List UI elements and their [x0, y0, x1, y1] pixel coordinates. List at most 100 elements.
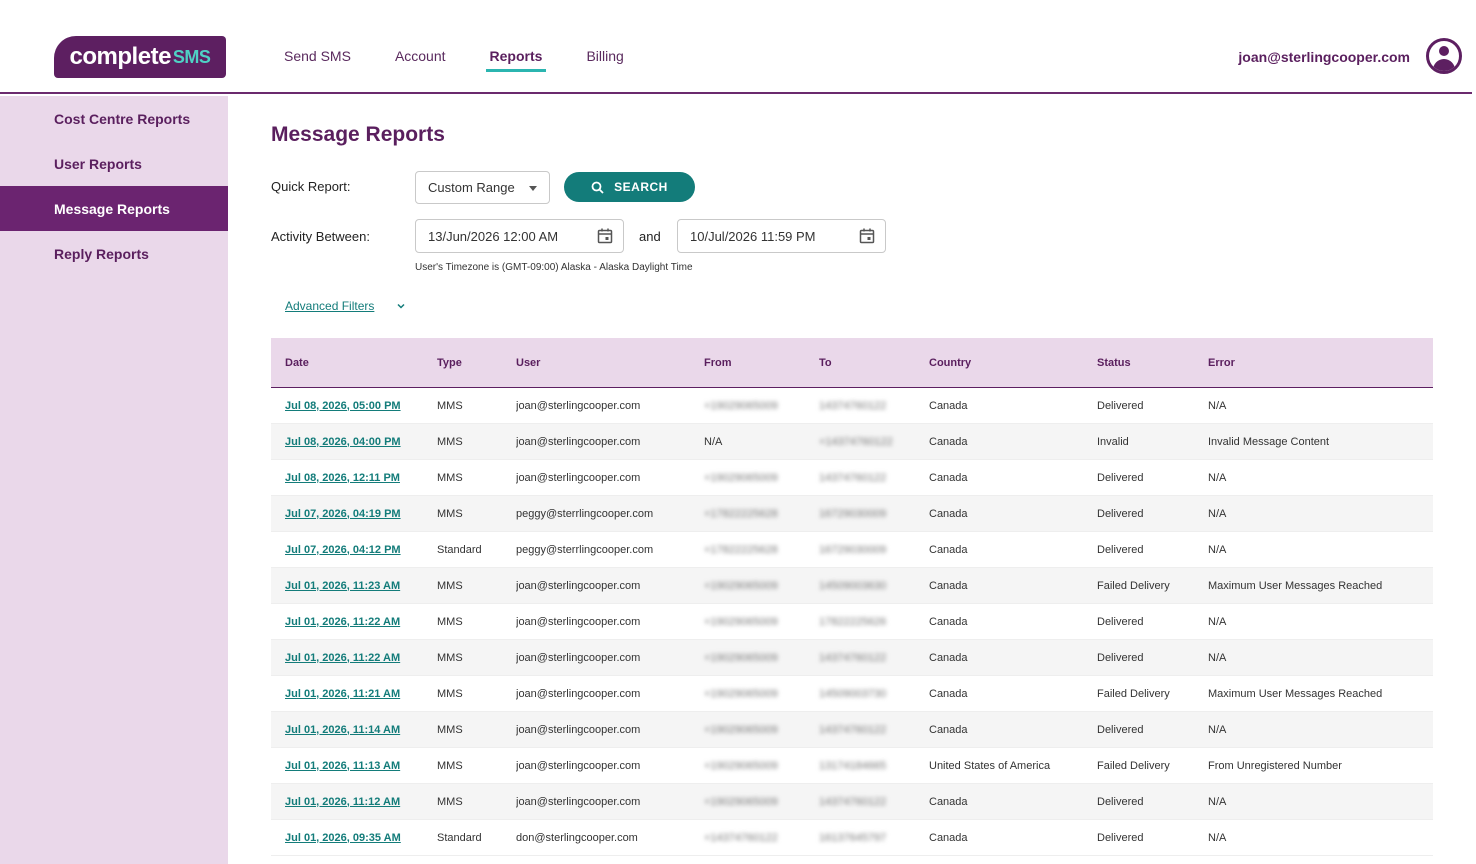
table-body: Jul 08, 2026, 05:00 PM MMS joan@sterlingco…: [271, 388, 1433, 856]
row-to: 14509003630: [819, 579, 887, 592]
table-row: Jul 08, 2026, 12:11 PM MMS joan@sterlingco…: [271, 460, 1433, 496]
row-date-link[interactable]: Jul 01, 2026, 11:22 AM: [271, 616, 437, 628]
row-date-link[interactable]: Jul 01, 2026, 11:13 AM: [271, 760, 437, 772]
row-date-link[interactable]: Jul 01, 2026, 11:22 AM: [271, 652, 437, 664]
row-user: don@sterlingcooper.com: [516, 831, 638, 844]
column-header-from[interactable]: From: [704, 357, 819, 369]
row-type: MMS: [437, 579, 463, 592]
row-type: MMS: [437, 723, 463, 736]
row-to: 14374760122: [819, 723, 887, 736]
quick-report-value: Custom Range: [428, 180, 515, 195]
row-date-link[interactable]: Jul 07, 2026, 04:12 PM: [271, 544, 437, 556]
row-date-link[interactable]: Jul 01, 2026, 11:23 AM: [271, 580, 437, 592]
column-header-type[interactable]: Type: [437, 357, 516, 369]
row-status: Delivered: [1097, 471, 1144, 484]
message-reports-table: Date Type User From To Country Status Er…: [271, 338, 1433, 856]
row-from: +19029065009: [704, 399, 778, 412]
sidebar-item-message-reports[interactable]: Message Reports: [0, 186, 228, 231]
row-from: +19029065009: [704, 471, 778, 484]
row-status: Invalid: [1097, 435, 1129, 448]
column-header-country[interactable]: Country: [929, 357, 1097, 369]
sidebar-item-user-reports[interactable]: User Reports: [0, 141, 228, 186]
table-row: Jul 01, 2026, 09:35 AM Standard don@sterli…: [271, 820, 1433, 856]
column-header-date[interactable]: Date: [271, 357, 437, 369]
row-user: joan@sterlingcooper.com: [516, 615, 641, 628]
logo[interactable]: complete SMS: [54, 36, 226, 78]
row-user: joan@sterlingcooper.com: [516, 795, 641, 808]
column-header-error[interactable]: Error: [1208, 357, 1433, 369]
row-type: MMS: [437, 435, 463, 448]
sidebar-item-label: Message Reports: [54, 200, 170, 217]
row-type: MMS: [437, 795, 463, 808]
table-row: Jul 01, 2026, 11:12 AM MMS joan@sterlingco…: [271, 784, 1433, 820]
row-date-link[interactable]: Jul 08, 2026, 04:00 PM: [271, 436, 437, 448]
row-country: Canada: [929, 543, 968, 556]
page-title: Message Reports: [271, 123, 445, 146]
row-date-link[interactable]: Jul 07, 2026, 04:19 PM: [271, 508, 437, 520]
row-status: Delivered: [1097, 723, 1144, 736]
row-country: Canada: [929, 471, 968, 484]
row-type: MMS: [437, 615, 463, 628]
row-status: Delivered: [1097, 615, 1144, 628]
row-status: Delivered: [1097, 507, 1144, 520]
row-date-link[interactable]: Jul 01, 2026, 11:12 AM: [271, 796, 437, 808]
row-user: joan@sterlingcooper.com: [516, 471, 641, 484]
row-status: Failed Delivery: [1097, 579, 1170, 592]
row-type: Standard: [437, 831, 482, 844]
row-user: joan@sterlingcooper.com: [516, 759, 641, 772]
row-from: +19029065009: [704, 687, 778, 700]
row-from: +19029065009: [704, 759, 778, 772]
row-type: MMS: [437, 471, 463, 484]
chevron-down-icon: [529, 186, 537, 191]
row-to: 13174184665: [819, 759, 887, 772]
user-email[interactable]: joan@sterlingcooper.com: [1238, 49, 1410, 65]
row-date-link[interactable]: Jul 08, 2026, 12:11 PM: [271, 472, 437, 484]
row-country: Canada: [929, 831, 968, 844]
column-header-user[interactable]: User: [516, 357, 704, 369]
row-error: N/A: [1208, 471, 1227, 484]
nav-account[interactable]: Account: [395, 48, 446, 70]
sidebar-item-label: Reply Reports: [54, 245, 149, 262]
chevron-down-icon[interactable]: [395, 300, 407, 312]
calendar-icon[interactable]: [859, 228, 875, 244]
row-date-link[interactable]: Jul 08, 2026, 05:00 PM: [271, 400, 437, 412]
row-type: Standard: [437, 543, 482, 556]
nav-send-sms[interactable]: Send SMS: [284, 48, 351, 70]
row-user: joan@sterlingcooper.com: [516, 435, 641, 448]
row-user: joan@sterlingcooper.com: [516, 723, 641, 736]
nav-billing[interactable]: Billing: [586, 48, 623, 70]
row-user: peggy@sterrlingcooper.com: [516, 543, 654, 556]
row-from: +19029065009: [704, 795, 778, 808]
calendar-icon[interactable]: [597, 228, 613, 244]
table-row: Jul 07, 2026, 04:12 PM Standard peggy@ster…: [271, 532, 1433, 568]
date-from-input[interactable]: 13/Jun/2026 12:00 AM: [415, 219, 624, 253]
row-to: +14374760122: [819, 435, 893, 448]
search-button[interactable]: SEARCH: [564, 172, 695, 202]
row-date-link[interactable]: Jul 01, 2026, 11:21 AM: [271, 688, 437, 700]
table-row: Jul 01, 2026, 11:21 AM MMS joan@sterlingco…: [271, 676, 1433, 712]
nav-reports[interactable]: Reports: [485, 48, 547, 72]
column-header-status[interactable]: Status: [1097, 357, 1208, 369]
row-type: MMS: [437, 651, 463, 664]
activity-between-label: Activity Between:: [271, 229, 370, 244]
row-status: Delivered: [1097, 651, 1144, 664]
table-row: Jul 01, 2026, 11:13 AM MMS joan@sterlingco…: [271, 748, 1433, 784]
table-row: Jul 01, 2026, 11:14 AM MMS joan@sterlingco…: [271, 712, 1433, 748]
sidebar-item-label: Cost Centre Reports: [54, 110, 191, 127]
sidebar-item-cost-centre-reports[interactable]: Cost Centre Reports: [0, 96, 228, 141]
row-status: Delivered: [1097, 543, 1144, 556]
date-to-input[interactable]: 10/Jul/2026 11:59 PM: [677, 219, 886, 253]
row-country: Canada: [929, 579, 968, 592]
quick-report-select[interactable]: Custom Range: [415, 171, 550, 204]
row-status: Delivered: [1097, 795, 1144, 808]
row-to: 14509003730: [819, 687, 887, 700]
row-date-link[interactable]: Jul 01, 2026, 11:14 AM: [271, 724, 437, 736]
user-avatar-icon[interactable]: [1426, 38, 1462, 74]
row-to: 16729030009: [819, 507, 887, 520]
search-icon: [591, 181, 604, 194]
sidebar-item-reply-reports[interactable]: Reply Reports: [0, 231, 228, 276]
row-from: +19029065009: [704, 723, 778, 736]
column-header-to[interactable]: To: [819, 357, 929, 369]
row-date-link[interactable]: Jul 01, 2026, 09:35 AM: [271, 832, 437, 844]
advanced-filters-link[interactable]: Advanced Filters: [285, 299, 374, 313]
